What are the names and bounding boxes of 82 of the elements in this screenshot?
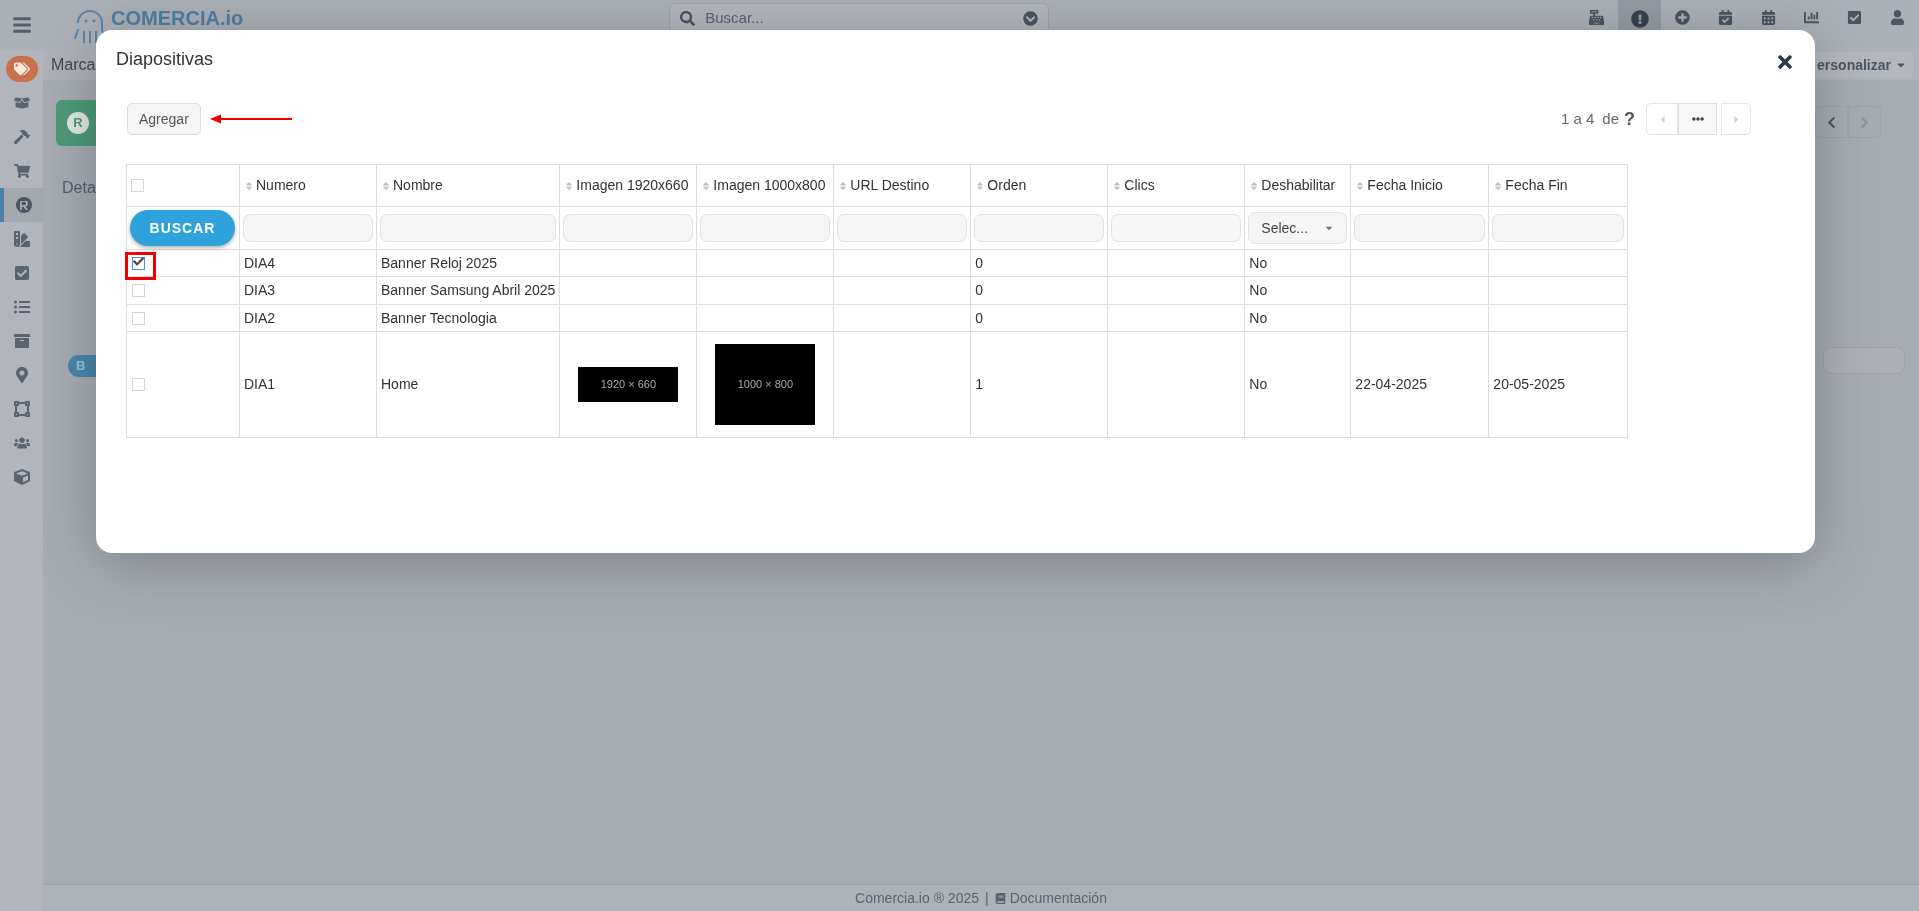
- dropdown-icon: [1023, 10, 1039, 26]
- box-icon: [13, 95, 30, 111]
- sort-icon: [1493, 180, 1504, 191]
- chevron-left-icon: [1825, 115, 1838, 129]
- copyright-text: Comercia.io ® 2025: [855, 888, 979, 908]
- table-cell-text: 0: [975, 309, 984, 326]
- search-input[interactable]: [1823, 347, 1905, 374]
- table-cell-text: 0: [975, 282, 984, 298]
- filter-field[interactable]: [243, 214, 373, 242]
- table-cell-text: DIA3: [244, 282, 276, 298]
- calendar-icon: [1761, 10, 1776, 25]
- map-pin-icon: [13, 367, 30, 383]
- table-cell-text: Banner Samsung Abril 2025: [381, 282, 556, 298]
- users-icon: [13, 435, 30, 451]
- logo-text: COMERCIA.io: [111, 6, 244, 31]
- filter-field[interactable]: [1111, 214, 1242, 242]
- swatch-icon: [13, 231, 30, 247]
- sort-icon: [701, 180, 712, 191]
- table-cell-text: No: [1249, 376, 1268, 392]
- table-cell-text: No: [1249, 309, 1268, 326]
- sort-icon: [1112, 180, 1123, 191]
- image-size-text: 1000 × 800: [737, 377, 794, 393]
- checkbox[interactable]: [132, 256, 145, 270]
- cabinet-icon: [13, 333, 30, 349]
- modal-title: Diapositivas: [116, 48, 214, 71]
- user-icon: [1890, 10, 1905, 25]
- tag-icon: [5, 56, 38, 82]
- filter-field[interactable]: [1354, 214, 1486, 242]
- pagination-of: de: [1602, 108, 1619, 129]
- table-cell-text: 1: [975, 376, 984, 392]
- sort-icon: [244, 180, 254, 191]
- table-cell-text: DIA4: [244, 254, 276, 271]
- sidebar-item[interactable]: [0, 188, 43, 222]
- sort-icon: [975, 180, 986, 191]
- checkbox-icon: [13, 265, 30, 281]
- sort-icon: [1249, 180, 1260, 191]
- pagination-total: ?: [1624, 107, 1635, 131]
- book-icon: [994, 892, 1006, 904]
- alert-icon: [1630, 10, 1649, 28]
- table-cell-text: 20-05-2025: [1493, 376, 1565, 392]
- filter-field[interactable]: [1492, 214, 1625, 242]
- filter-field[interactable]: [700, 214, 831, 242]
- table-cell-text: No: [1249, 282, 1268, 298]
- table-cell-text: No: [1249, 254, 1268, 271]
- menu-icon[interactable]: [11, 15, 32, 35]
- cube-icon: [13, 469, 30, 485]
- avatar-letter: R: [67, 112, 89, 134]
- table-cell-text: Banner Tecnologia: [381, 309, 497, 326]
- filter-select[interactable]: Selec...: [1248, 212, 1348, 244]
- search-icon: [680, 10, 696, 26]
- table-cell-text: Home: [381, 376, 419, 392]
- page-menu-button[interactable]: [1678, 103, 1717, 135]
- table-cell-text: 22-04-2025: [1355, 376, 1427, 392]
- table-cell-text: Banner Reloj 2025: [381, 254, 497, 271]
- separator-text: |: [985, 888, 989, 908]
- filter-field[interactable]: [563, 214, 694, 242]
- sort-icon: [564, 180, 575, 191]
- pagination-range: 1 a 4: [1560, 108, 1595, 129]
- search-field[interactable]: Buscar...: [705, 6, 1014, 30]
- chevron-right-icon: [1858, 115, 1871, 129]
- highlight-frame: [125, 251, 156, 280]
- sort-icon: [1355, 180, 1366, 191]
- cash-register-icon: [1589, 10, 1604, 25]
- hammer-icon: [13, 129, 30, 145]
- checkbox-icon: [1847, 10, 1862, 25]
- filter-field[interactable]: [974, 214, 1105, 242]
- sort-icon: [381, 180, 391, 191]
- sort-icon: [838, 180, 849, 191]
- page-title: Marca: [51, 55, 96, 75]
- filter-field[interactable]: [837, 214, 968, 242]
- filter-field[interactable]: [380, 214, 557, 242]
- close-icon[interactable]: [1775, 52, 1795, 72]
- search-bar[interactable]: Buscar...: [669, 3, 1050, 33]
- add-button[interactable]: Agregar: [127, 103, 201, 135]
- table-cell-text: DIA1: [244, 376, 276, 392]
- table-cell-text: DIA2: [244, 309, 276, 326]
- table-cell-text: 0: [975, 254, 984, 271]
- bar-chart-icon: [1804, 10, 1819, 25]
- calendar-check-icon: [1718, 10, 1733, 25]
- cart-icon: [13, 163, 30, 179]
- image-size-text: 1920 × 660: [600, 377, 657, 393]
- list-icon: [13, 299, 30, 315]
